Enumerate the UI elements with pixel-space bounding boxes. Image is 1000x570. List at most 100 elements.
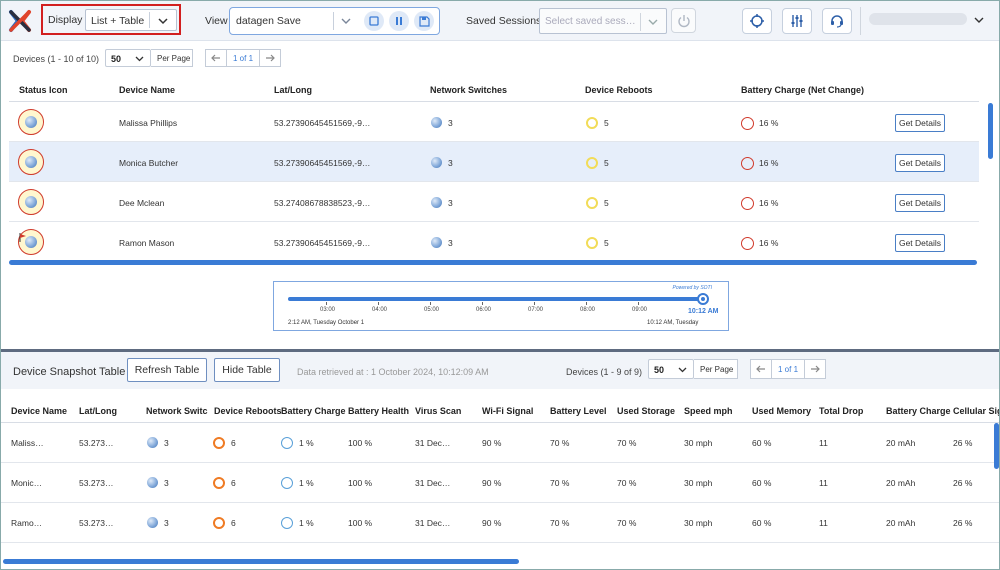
col-battery-charge[interactable]: Battery Charge (Net Change) (741, 85, 864, 95)
user-menu-blurred[interactable] (869, 13, 967, 25)
stop-icon[interactable] (364, 11, 384, 31)
snap-memory: 60 % (752, 478, 772, 488)
col-network-switches[interactable]: Network Switches (430, 85, 507, 95)
save-icon[interactable] (414, 11, 434, 31)
timeline-tick: 09:00 (632, 307, 648, 313)
network-switch-icon (431, 117, 442, 128)
snap-switches: 3 (164, 438, 169, 448)
sliders-icon[interactable] (782, 8, 812, 34)
reboot-icon (586, 117, 598, 129)
snap-speed: 30 mph (684, 438, 713, 448)
snap-memory: 60 % (752, 518, 772, 528)
lat-long: 53.27390645451569,-9… (274, 118, 371, 128)
device-reboots: 5 (604, 198, 609, 208)
battery-charge: 16 % (759, 238, 779, 248)
snap-col-battery-health[interactable]: Battery Health (348, 406, 409, 416)
chevron-down-icon[interactable] (338, 14, 354, 28)
display-label: Display (48, 14, 83, 26)
col-lat-long[interactable]: Lat/Long (274, 85, 312, 95)
col-device-name[interactable]: Device Name (119, 85, 175, 95)
per-page-label: Per Page (157, 54, 191, 63)
page-size-value: 50 (111, 54, 122, 64)
snap-device-name: Monic… (11, 478, 43, 488)
status-icon (18, 149, 44, 175)
view-group: datagen Save (229, 7, 440, 35)
reboot-icon (213, 437, 225, 449)
reboot-icon (586, 157, 598, 169)
page-size-select[interactable]: 50 (105, 49, 151, 67)
saved-sessions-select[interactable]: Select saved sess… (539, 8, 667, 34)
snap-col-cellular-signal[interactable]: Cellular Sig (953, 406, 999, 416)
arrow-right-icon[interactable] (259, 49, 281, 67)
app-window: Display List + Table View datagen Save S… (0, 0, 1000, 570)
snap-level: 70 % (550, 518, 570, 528)
col-status-icon[interactable]: Status Icon (19, 85, 68, 95)
chevron-down-icon[interactable] (973, 14, 985, 26)
support-icon[interactable] (822, 8, 852, 34)
snap-storage: 70 % (617, 438, 637, 448)
snap-health: 100 % (348, 518, 373, 528)
pause-icon[interactable] (389, 11, 409, 31)
view-select-value[interactable]: datagen Save (236, 15, 301, 27)
device-reboots: 5 (604, 158, 609, 168)
network-switch-icon (147, 477, 158, 488)
snap-col-used-memory[interactable]: Used Memory (752, 406, 811, 416)
snap-col-wifi-signal[interactable]: Wi-Fi Signal (482, 406, 533, 416)
snap-col-virus-scan[interactable]: Virus Scan (415, 406, 461, 416)
horizontal-scrollbar[interactable] (9, 260, 977, 265)
chevron-down-icon (645, 15, 661, 29)
get-details-button[interactable]: Get Details (895, 114, 945, 132)
device-name: Monica Butcher (119, 158, 179, 168)
col-device-reboots[interactable]: Device Reboots (585, 85, 653, 95)
get-details-button[interactable]: Get Details (895, 194, 945, 212)
get-details-button[interactable]: Get Details (895, 234, 945, 252)
arrow-left-icon[interactable] (205, 49, 227, 67)
battery-charge: 16 % (759, 118, 779, 128)
snapshot-devices-count: Devices (1 - 9 of 9) (566, 367, 643, 377)
snap-level: 70 % (550, 478, 570, 488)
snap-lat-long: 53.273… (79, 438, 114, 448)
snap-device-name: Maliss… (11, 438, 44, 448)
refresh-table-button[interactable]: Refresh Table (127, 358, 207, 382)
snap-col-battery-charge[interactable]: Battery Charge (281, 406, 346, 416)
crosshair-icon[interactable] (742, 8, 772, 34)
display-select[interactable]: List + Table (85, 9, 177, 31)
snapshot-page-size-select[interactable]: 50 (648, 359, 694, 379)
snapshot-per-page-label: Per Page (700, 365, 734, 374)
arrow-left-icon[interactable] (750, 359, 772, 379)
snap-col-battery-level[interactable]: Battery Level (550, 406, 607, 416)
snap-lat-long: 53.273… (79, 518, 114, 528)
snap-wifi: 90 % (482, 478, 502, 488)
network-switch-icon (431, 237, 442, 248)
snap-mah: 20 mAh (886, 438, 916, 448)
snap-col-used-storage[interactable]: Used Storage (617, 406, 675, 416)
snap-lat-long: 53.273… (79, 478, 114, 488)
battery-icon (741, 237, 754, 250)
power-icon[interactable] (671, 8, 696, 33)
timeline-handle[interactable] (697, 293, 709, 305)
snap-col-network-switches[interactable]: Network Switc (146, 406, 208, 416)
battery-charge: 16 % (759, 158, 779, 168)
snap-col-battery-charge-mah[interactable]: Battery Charge (886, 406, 951, 416)
snap-col-total-drop[interactable]: Total Drop (819, 406, 863, 416)
arrow-right-icon[interactable] (804, 359, 826, 379)
network-switch-icon (147, 437, 158, 448)
snap-speed: 30 mph (684, 518, 713, 528)
snap-virus: 31 Dec… (415, 478, 451, 488)
snap-mah: 20 mAh (886, 478, 916, 488)
battery-charge: 16 % (759, 198, 779, 208)
snapshot-horizontal-scrollbar[interactable] (3, 559, 519, 564)
snapshot-vertical-scrollbar[interactable] (994, 423, 999, 469)
snap-col-speed[interactable]: Speed mph (684, 406, 733, 416)
timeline-track[interactable] (288, 297, 706, 301)
hide-table-button[interactable]: Hide Table (214, 358, 280, 382)
snapshot-page-size-value: 50 (654, 365, 665, 375)
snap-col-device-reboots[interactable]: Device Reboots (214, 406, 282, 416)
device-name: Dee Mclean (119, 198, 165, 208)
vertical-scrollbar[interactable] (988, 103, 993, 159)
snap-col-lat-long[interactable]: Lat/Long (79, 406, 117, 416)
get-details-button[interactable]: Get Details (895, 154, 945, 172)
display-value: List + Table (91, 15, 145, 27)
lat-long: 53.27390645451569,-9… (274, 238, 371, 248)
snap-col-device-name[interactable]: Device Name (11, 406, 67, 416)
